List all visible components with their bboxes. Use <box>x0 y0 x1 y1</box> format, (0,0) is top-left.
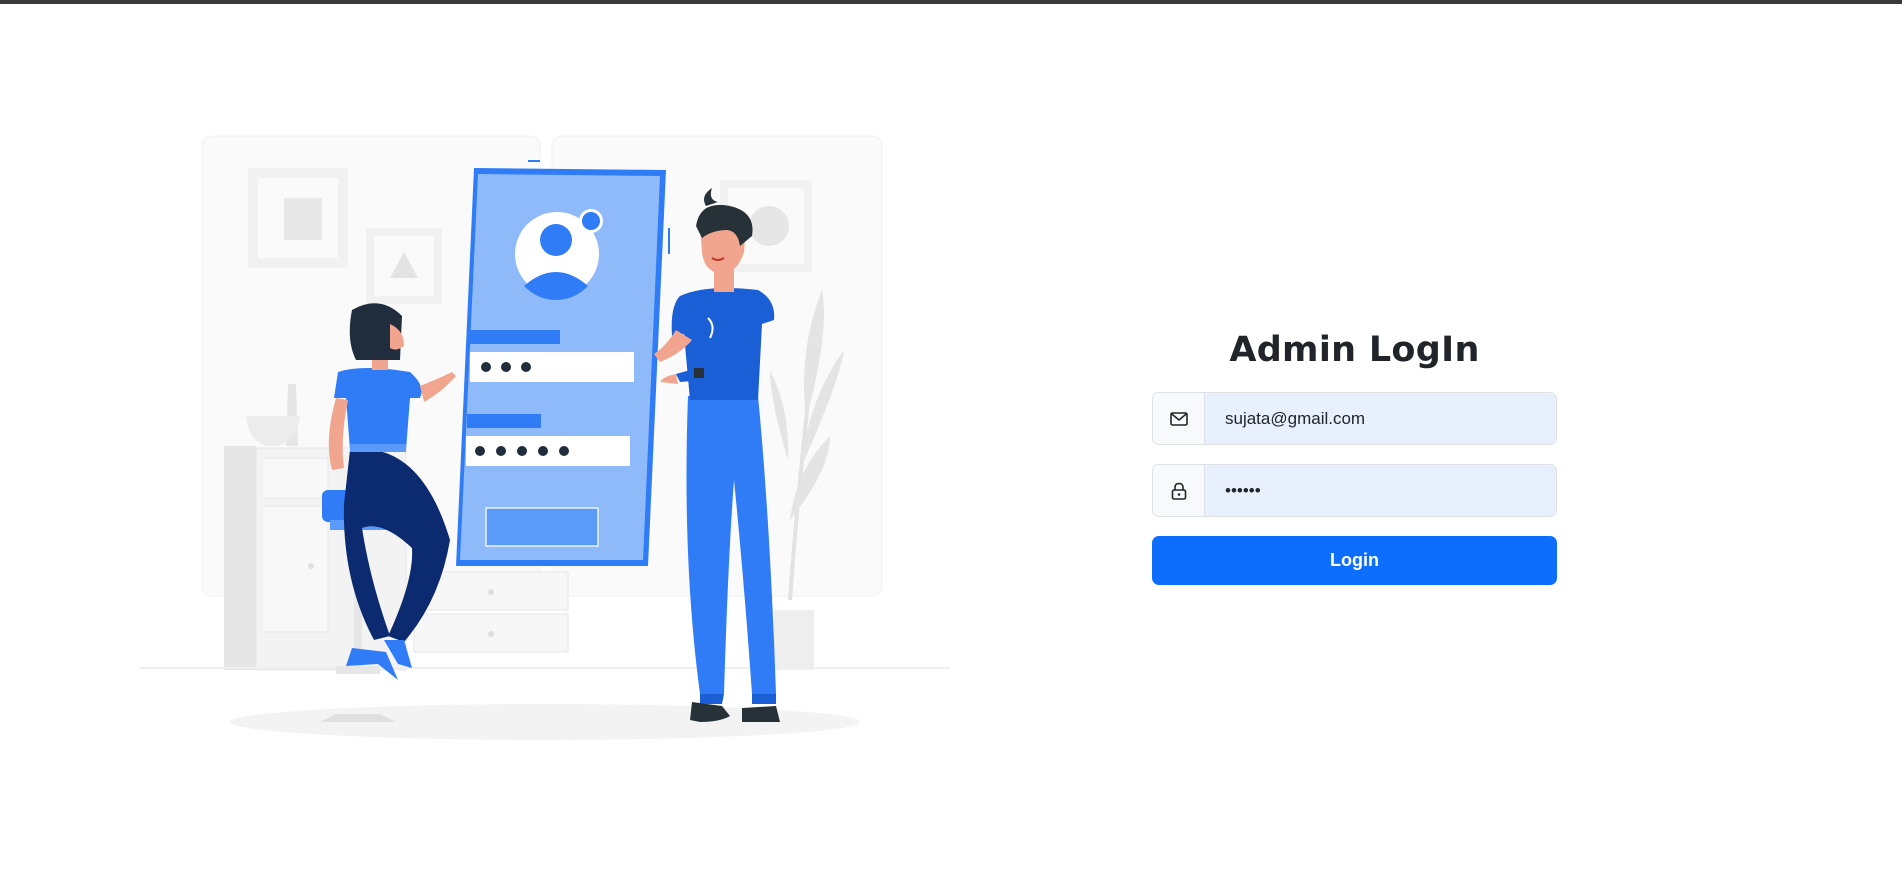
email-input-group <box>1152 392 1557 445</box>
email-field[interactable] <box>1205 393 1556 444</box>
password-field[interactable] <box>1205 465 1556 516</box>
login-panel: Admin LogIn Login <box>1152 330 1557 585</box>
password-input-group <box>1152 464 1557 517</box>
login-title: Admin LogIn <box>1229 330 1480 370</box>
window-top-border <box>0 0 1902 4</box>
lock-icon <box>1153 465 1205 516</box>
login-button[interactable]: Login <box>1152 536 1557 585</box>
envelope-icon <box>1153 393 1205 444</box>
login-illustration <box>140 135 950 740</box>
